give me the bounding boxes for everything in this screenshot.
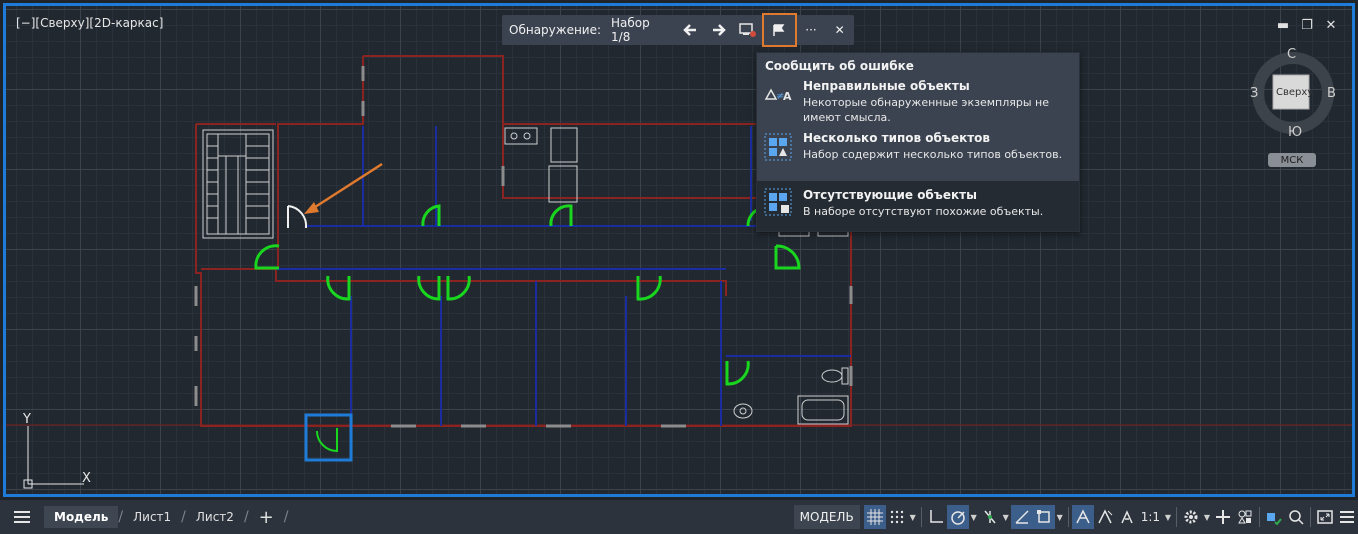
chevron-down-icon[interactable]: ▼ xyxy=(1163,505,1173,529)
object-snap-icon[interactable] xyxy=(1032,505,1055,529)
close-icon[interactable]: ✕ xyxy=(1324,18,1338,33)
tab-layout2[interactable]: Лист2 xyxy=(186,506,244,528)
svg-text:A: A xyxy=(783,90,792,103)
ucs-x-label: X xyxy=(82,471,91,486)
prev-set-button[interactable] xyxy=(676,15,705,45)
chevron-down-icon[interactable]: ▼ xyxy=(1001,505,1011,529)
divider xyxy=(1176,507,1177,527)
compass-east[interactable]: В xyxy=(1327,86,1336,101)
compass-south[interactable]: Ю xyxy=(1288,125,1302,140)
convert-icon xyxy=(739,23,756,37)
report-error-button[interactable] xyxy=(762,13,797,47)
selection-box xyxy=(304,413,353,462)
quick-properties-icon[interactable] xyxy=(1263,505,1285,529)
menu-item-wrong-objects[interactable]: ≠ A Неправильные объекты Некоторые обнар… xyxy=(757,79,1079,125)
selected-door-sample xyxy=(316,428,338,453)
report-menu-title: Сообщить об ошибке xyxy=(765,59,914,73)
divider xyxy=(920,507,922,527)
drawing-viewport[interactable]: Y X [−][Сверху][2D-каркас] ▬ ❐ ✕ С Ю З В… xyxy=(3,3,1355,497)
detection-set-counter: Набор 1/8 xyxy=(611,16,650,44)
report-error-menu: Сообщить об ошибке ≠ A Неправильные объе… xyxy=(756,52,1080,232)
polar-tracking-icon[interactable] xyxy=(946,505,969,529)
compass-north[interactable]: С xyxy=(1287,47,1296,62)
menu-item-desc: Набор содержит несколько типов объектов. xyxy=(803,148,1063,161)
menu-item-desc: Некоторые обнаруженные экземпляры не име… xyxy=(803,96,1049,124)
viewport-controls-label[interactable]: [−][Сверху][2D-каркас] xyxy=(16,16,163,30)
selection-cycling-icon[interactable] xyxy=(1285,505,1307,529)
arrow-left-icon xyxy=(683,24,697,36)
object-snap-tracking-icon[interactable] xyxy=(1010,505,1033,529)
grid-icon[interactable] xyxy=(863,505,886,529)
menu-icon[interactable] xyxy=(10,506,34,528)
ucs-menu[interactable]: МСК xyxy=(1268,153,1316,167)
close-detection-button[interactable]: ✕ xyxy=(825,15,854,45)
annotation-scale-value[interactable]: 1:1 xyxy=(1138,510,1163,524)
restore-icon[interactable]: ❐ xyxy=(1300,18,1314,33)
arrow-right-icon xyxy=(713,24,726,36)
doors xyxy=(254,204,801,386)
add-layout-button[interactable]: + xyxy=(249,506,284,528)
annotation-visibility-icon[interactable] xyxy=(1071,505,1094,529)
chevron-down-icon[interactable]: ▼ xyxy=(1202,505,1212,529)
snap-icon[interactable] xyxy=(886,505,908,529)
ortho-icon[interactable] xyxy=(925,505,947,529)
customization-menu-icon[interactable] xyxy=(1336,505,1358,529)
convert-objects-button[interactable] xyxy=(733,15,762,45)
menu-item-title: Отсутствующие объекты xyxy=(803,188,977,202)
tab-divider: / xyxy=(283,509,289,525)
minimize-icon[interactable]: ▬ xyxy=(1276,18,1290,33)
menu-item-missing-objects[interactable]: Отсутствующие объекты В наборе отсутству… xyxy=(757,181,1079,231)
detection-label: Обнаружение: xyxy=(509,23,602,37)
tab-layout1[interactable]: Лист1 xyxy=(123,506,181,528)
stairs xyxy=(202,129,274,239)
model-space-button[interactable]: МОДЕЛЬ xyxy=(793,505,860,529)
annotation-scale-icon[interactable] xyxy=(1116,505,1138,529)
divider xyxy=(1067,507,1069,527)
status-toolbar: МОДЕЛЬ ▼ ▼ ▼ ▼ 1:1 ▼ ▼ xyxy=(793,504,1358,530)
chevron-down-icon[interactable]: ▼ xyxy=(1055,505,1065,529)
status-bar: Модель / Лист1 / Лист2 / + / МОДЕЛЬ ▼ ▼ … xyxy=(0,500,1358,534)
isolate-objects-icon[interactable] xyxy=(1234,505,1256,529)
ucs-icon xyxy=(23,426,84,489)
flag-icon xyxy=(773,24,785,36)
selected-door[interactable] xyxy=(287,205,308,229)
chevron-down-icon[interactable]: ▼ xyxy=(969,505,979,529)
layout-tabs: Модель / Лист1 / Лист2 / + / xyxy=(10,506,288,528)
gear-icon[interactable] xyxy=(1180,505,1202,529)
plus-icon[interactable] xyxy=(1212,505,1234,529)
ucs-y-label: Y xyxy=(22,412,31,427)
compass-west[interactable]: З xyxy=(1250,86,1258,101)
menu-item-title: Несколько типов объектов xyxy=(803,131,991,145)
more-options-button[interactable]: ··· xyxy=(797,15,826,45)
menu-item-title: Неправильные объекты xyxy=(803,79,970,93)
viewcube-face-top[interactable]: Сверху xyxy=(1276,87,1313,98)
fullscreen-icon[interactable] xyxy=(1314,505,1336,529)
tab-model[interactable]: Модель xyxy=(44,506,119,528)
multiple-types-icon xyxy=(764,133,792,161)
detection-toolbar: Обнаружение: Набор 1/8 ··· ✕ xyxy=(502,13,854,47)
divider xyxy=(1259,507,1260,527)
pointer-arrow xyxy=(304,162,383,214)
menu-item-multiple-types[interactable]: Несколько типов объектов Набор содержит … xyxy=(757,131,1079,177)
chevron-down-icon[interactable]: ▼ xyxy=(908,505,918,529)
next-set-button[interactable] xyxy=(705,15,734,45)
floor-plan: Y X xyxy=(6,55,1352,489)
wrong-objects-icon: ≠ A xyxy=(764,88,792,103)
auto-scale-icon[interactable] xyxy=(1094,505,1116,529)
isodraft-icon[interactable] xyxy=(979,505,1001,529)
missing-objects-icon xyxy=(764,188,792,216)
menu-item-desc: В наборе отсутствуют похожие объекты. xyxy=(803,205,1044,218)
divider xyxy=(1310,507,1311,527)
wall-openings xyxy=(194,66,853,428)
viewport-window-controls: ▬ ❐ ✕ xyxy=(1276,18,1338,33)
